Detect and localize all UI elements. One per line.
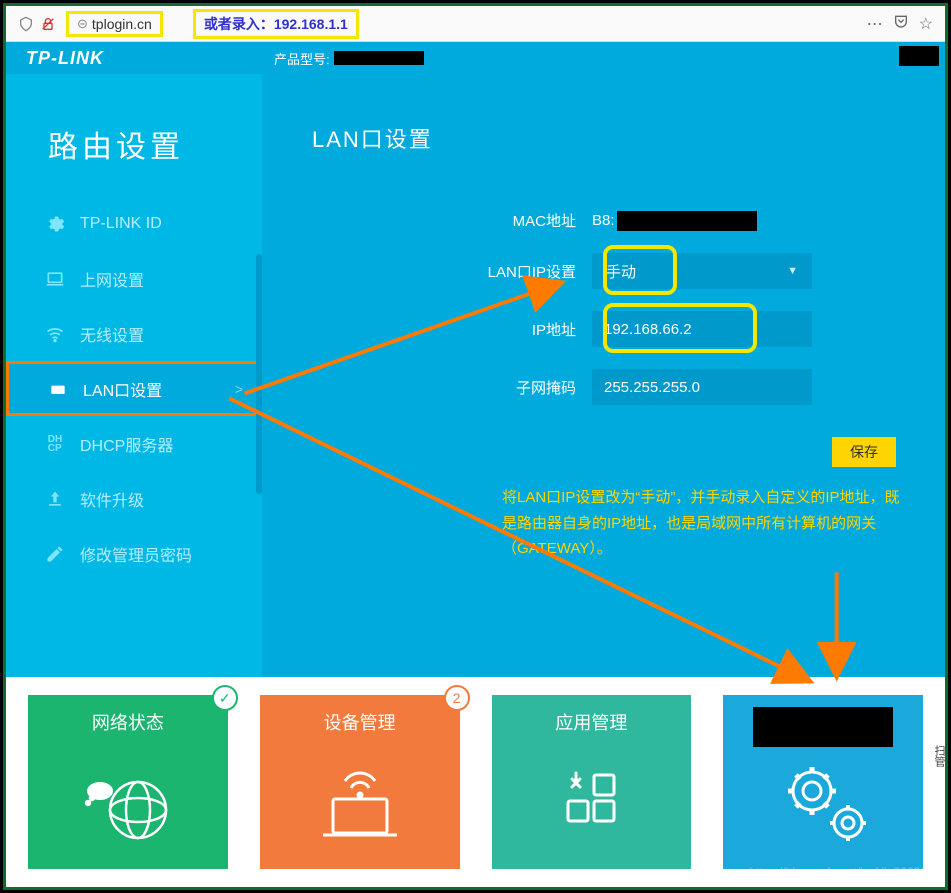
row-lan-ip-mode: LAN口IP设置 手动 ▼ bbox=[312, 253, 905, 289]
tile-app-mgmt[interactable]: 应用管理 bbox=[492, 695, 692, 869]
link-icon: ⊝ bbox=[77, 16, 88, 32]
alt-url-label: 或者录入： bbox=[204, 14, 274, 34]
dhcp-icon: DHCP bbox=[44, 433, 66, 455]
row-mac: MAC地址 B8: bbox=[312, 210, 905, 231]
sidebar-item-label: 上网设置 bbox=[80, 267, 144, 291]
content-area: LAN口设置 MAC地址 B8: LAN口IP设置 手动 ▼ bbox=[262, 74, 945, 677]
gears-icon bbox=[737, 747, 909, 855]
sidebar-item-label: TP-LINK ID bbox=[80, 215, 162, 233]
tile-device-mgmt[interactable]: 2 设备管理 bbox=[260, 695, 460, 869]
bookmark-star-icon[interactable]: ☆ bbox=[919, 14, 933, 34]
sidebar: 路由设置 TP-LINK ID 上网设置 无线设置 LAN口设置 bbox=[6, 74, 262, 677]
tile-title: 设备管理 bbox=[324, 709, 396, 735]
sidebar-item-label: DHCP服务器 bbox=[80, 432, 173, 456]
model-redacted bbox=[334, 51, 424, 65]
app-topbar: TP-LINK 产品型号: bbox=[6, 42, 945, 74]
lock-strikethrough-icon bbox=[40, 16, 56, 32]
ip-input[interactable] bbox=[592, 311, 812, 347]
row-ip: IP地址 bbox=[312, 311, 905, 347]
sidebar-item-label: LAN口设置 bbox=[83, 377, 162, 401]
alt-url-ip: 192.168.1.1 bbox=[274, 16, 348, 32]
chevron-down-icon: ▼ bbox=[787, 265, 798, 277]
pencil-icon bbox=[44, 543, 66, 565]
model-label: 产品型号: bbox=[274, 49, 424, 68]
ip-label: IP地址 bbox=[312, 319, 592, 340]
laptop-wifi-icon bbox=[274, 745, 446, 855]
tile-title: 网络状态 bbox=[92, 709, 164, 735]
gear-icon bbox=[44, 213, 66, 235]
wifi-icon bbox=[44, 323, 66, 345]
sidebar-item-wireless[interactable]: 无线设置 bbox=[6, 306, 262, 361]
brand-logo: TP-LINK bbox=[26, 48, 104, 69]
sidebar-item-label: 修改管理员密码 bbox=[80, 542, 192, 566]
bottom-tiles: ✓ 网络状态 2 设备管理 bbox=[6, 677, 945, 887]
save-button[interactable]: 保存 bbox=[832, 437, 896, 467]
mask-input[interactable] bbox=[592, 369, 812, 405]
pocket-icon[interactable] bbox=[893, 13, 909, 34]
tile-title: 应用管理 bbox=[555, 709, 627, 735]
topbar-right-redacted bbox=[899, 46, 939, 66]
sidebar-title: 路由设置 bbox=[6, 74, 262, 196]
tile-network-status[interactable]: ✓ 网络状态 bbox=[28, 695, 228, 869]
lan-ip-mode-label: LAN口IP设置 bbox=[312, 261, 592, 282]
sidebar-item-internet[interactable]: 上网设置 bbox=[6, 251, 262, 306]
lan-ip-mode-select[interactable]: 手动 ▼ bbox=[592, 253, 812, 289]
more-icon[interactable]: ⋯ bbox=[867, 14, 883, 34]
shield-icon bbox=[18, 16, 34, 32]
annotation-note: 将LAN口IP设置改为“手动”，并手动录入自定义的IP地址，既是路由器自身的IP… bbox=[312, 485, 905, 562]
mac-redacted bbox=[617, 211, 757, 231]
tile-title-redacted bbox=[753, 707, 893, 747]
ethernet-icon bbox=[47, 378, 69, 400]
side-vertical-text: 扫管 bbox=[931, 745, 947, 767]
page-title: LAN口设置 bbox=[312, 122, 905, 154]
globe-icon bbox=[42, 745, 214, 855]
select-value: 手动 bbox=[606, 261, 636, 282]
sidebar-item-password[interactable]: 修改管理员密码 bbox=[6, 526, 262, 581]
browser-address-bar: ⊝ tplogin.cn 或者录入： 192.168.1.1 ⋯ ☆ bbox=[6, 6, 945, 42]
row-mask: 子网掩码 bbox=[312, 369, 905, 405]
sidebar-item-upgrade[interactable]: 软件升级 bbox=[6, 471, 262, 526]
sidebar-item-label: 软件升级 bbox=[80, 487, 144, 511]
apps-grid-icon bbox=[506, 745, 678, 855]
alt-url-highlight-box: 或者录入： 192.168.1.1 bbox=[193, 9, 359, 39]
url-text[interactable]: tplogin.cn bbox=[92, 16, 152, 32]
mac-prefix: B8: bbox=[592, 212, 615, 229]
laptop-icon bbox=[44, 268, 66, 290]
tile-badge-check: ✓ bbox=[212, 685, 238, 711]
tile-router-settings[interactable] bbox=[723, 695, 923, 869]
mac-label: MAC地址 bbox=[312, 210, 592, 231]
tile-badge-count: 2 bbox=[444, 685, 470, 711]
sidebar-item-dhcp[interactable]: DHCP DHCP服务器 bbox=[6, 416, 262, 471]
sidebar-item-label: 无线设置 bbox=[80, 322, 144, 346]
sidebar-item-tplink-id[interactable]: TP-LINK ID bbox=[6, 196, 262, 251]
mask-label: 子网掩码 bbox=[312, 377, 592, 398]
upload-icon bbox=[44, 488, 66, 510]
watermark-text: https://blog.csdn.net/jackliu20091 bbox=[750, 865, 927, 879]
url-highlight-box: ⊝ tplogin.cn bbox=[66, 11, 163, 37]
sidebar-item-lan[interactable]: LAN口设置 bbox=[6, 361, 262, 416]
